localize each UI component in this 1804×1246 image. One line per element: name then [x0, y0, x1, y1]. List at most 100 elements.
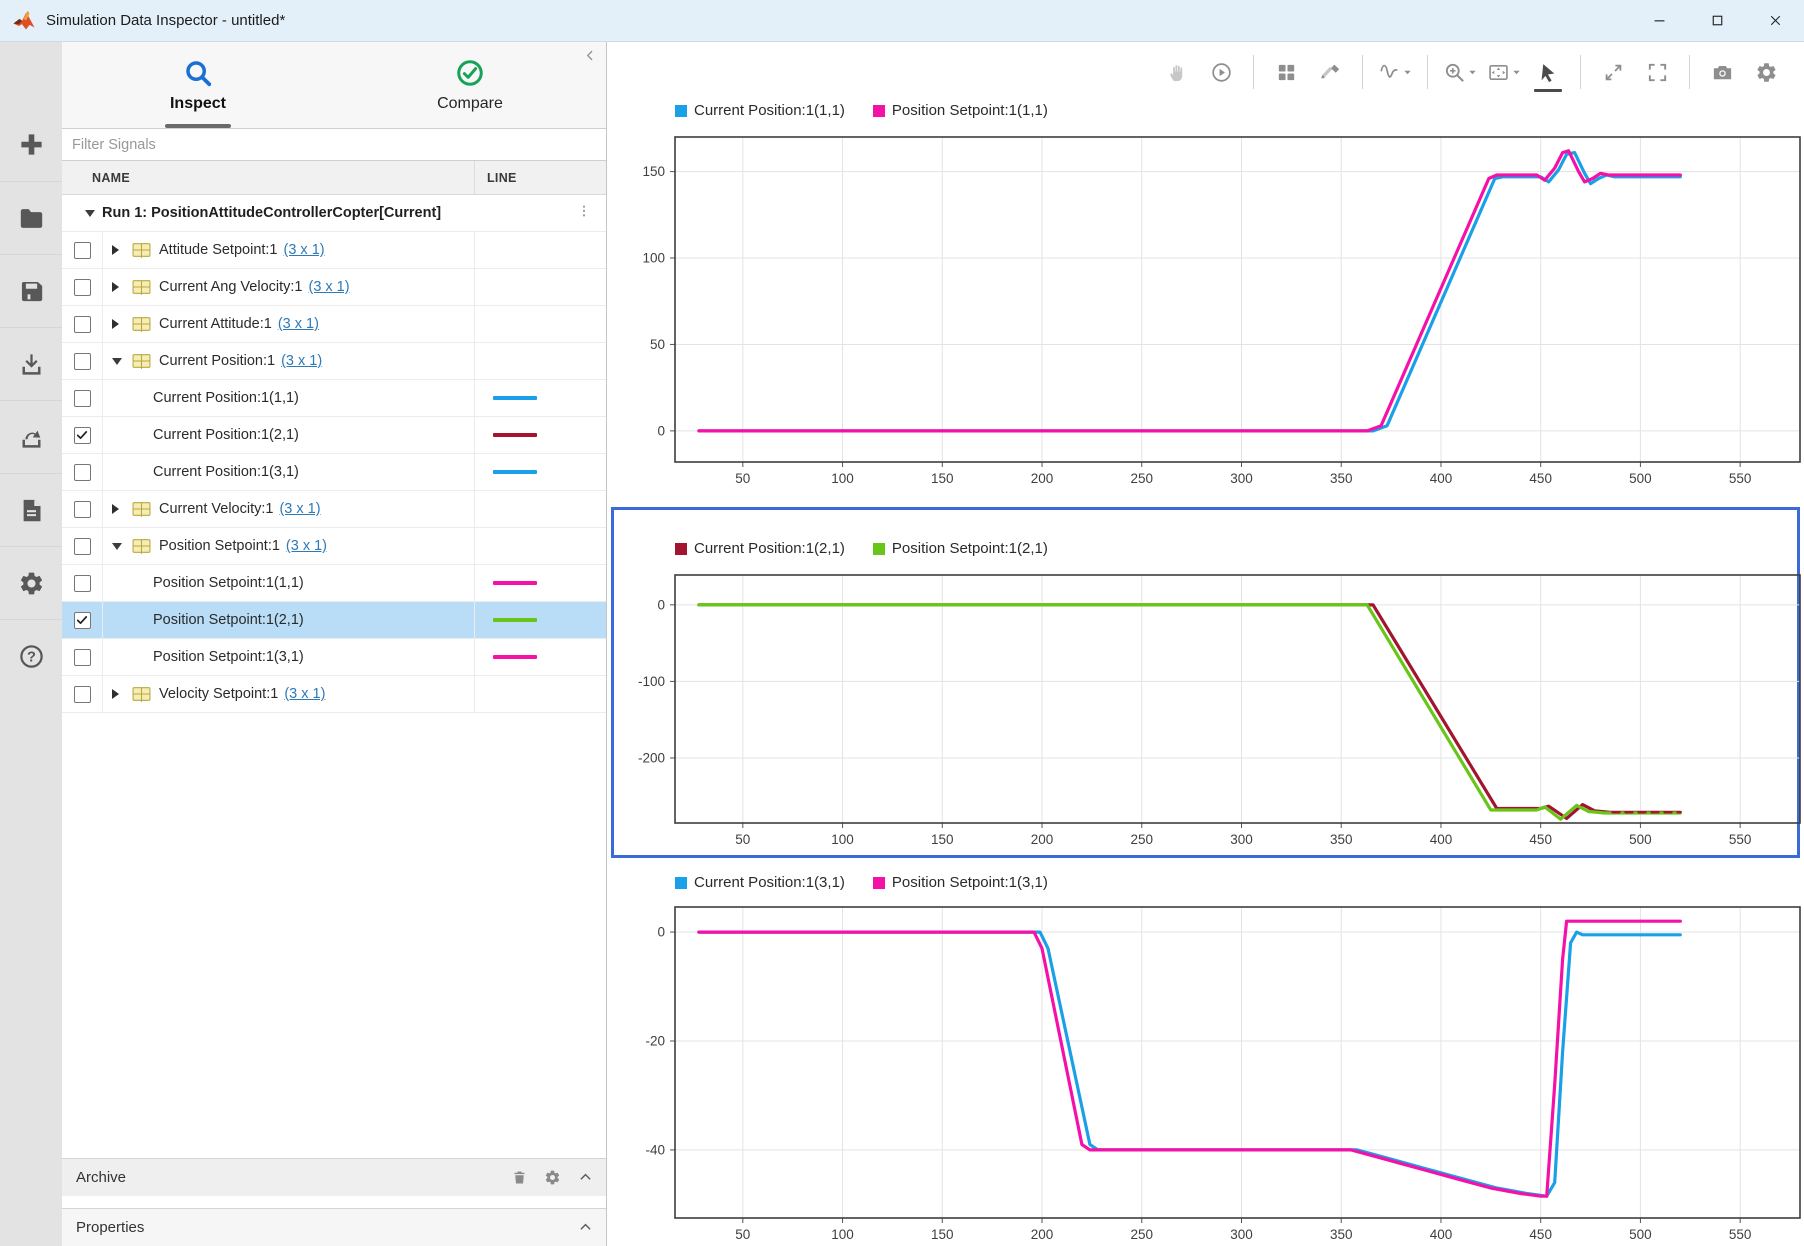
signal-checkbox[interactable]	[74, 427, 91, 444]
signal-dims-link[interactable]: (3 x 1)	[284, 686, 325, 702]
fit-to-view-button[interactable]	[1482, 50, 1526, 94]
signal-group-row[interactable]: Attitude Setpoint:1(3 x 1)	[62, 232, 606, 269]
signal-label: Current Position:1(2,1)	[153, 427, 299, 443]
replay-button[interactable]	[1199, 50, 1243, 94]
signal-group-row[interactable]: Current Position:1(3 x 1)	[62, 343, 606, 380]
collapse-caret-icon[interactable]	[112, 358, 122, 365]
chart-1-plot[interactable]: 5010015020025030035040045050055005010015…	[607, 127, 1804, 494]
signal-checkbox[interactable]	[74, 575, 91, 592]
expand-caret-icon[interactable]	[112, 689, 119, 699]
archive-settings-icon[interactable]	[544, 1169, 561, 1186]
legend-item[interactable]: Position Setpoint:1(1,1)	[873, 102, 1048, 119]
signal-dims-link[interactable]: (3 x 1)	[308, 279, 349, 295]
line-style-swatch[interactable]	[493, 433, 537, 437]
close-button[interactable]	[1746, 0, 1804, 41]
signal-checkbox[interactable]	[74, 612, 91, 629]
signal-display-options-button[interactable]	[1373, 50, 1417, 94]
signal-checkbox[interactable]	[74, 686, 91, 703]
signal-checkbox[interactable]	[74, 353, 91, 370]
legend-item[interactable]: Current Position:1(3,1)	[675, 874, 845, 891]
signal-group-row[interactable]: Velocity Setpoint:1(3 x 1)	[62, 676, 606, 713]
collapse-panel-icon[interactable]	[583, 48, 598, 68]
signal-checkbox[interactable]	[74, 464, 91, 481]
line-style-swatch[interactable]	[493, 581, 537, 585]
legend-item[interactable]: Position Setpoint:1(2,1)	[873, 540, 1048, 557]
pointer-button[interactable]	[1526, 50, 1570, 94]
properties-collapse-chevron-icon[interactable]	[577, 1219, 594, 1236]
signal-dims-link[interactable]: (3 x 1)	[281, 353, 322, 369]
settings-button[interactable]	[1744, 50, 1788, 94]
fullscreen-button[interactable]	[1635, 50, 1679, 94]
signal-row[interactable]: Position Setpoint:1(2,1)	[62, 602, 606, 639]
svg-text:100: 100	[831, 832, 854, 847]
signal-table-header: NAME LINE	[62, 161, 606, 195]
matlab-logo-icon	[12, 9, 36, 33]
run-row[interactable]: Run 1: PositionAttitudeControllerCopter[…	[62, 195, 606, 232]
signal-row[interactable]: Position Setpoint:1(3,1)	[62, 639, 606, 676]
signal-dims-link[interactable]: (3 x 1)	[278, 316, 319, 332]
preferences-button[interactable]	[0, 546, 62, 619]
legend-item[interactable]: Current Position:1(1,1)	[675, 102, 845, 119]
tab-compare[interactable]: Compare	[334, 42, 606, 128]
line-style-swatch[interactable]	[493, 618, 537, 622]
pan-button[interactable]	[1155, 50, 1199, 94]
signal-row[interactable]: Current Position:1(3,1)	[62, 454, 606, 491]
collapse-caret-icon[interactable]	[112, 543, 122, 550]
import-button[interactable]	[0, 327, 62, 400]
signal-group-row[interactable]: Current Velocity:1(3 x 1)	[62, 491, 606, 528]
expand-caret-icon[interactable]	[112, 282, 119, 292]
run-options-kebab-icon[interactable]	[576, 203, 592, 223]
dropdown-caret-icon[interactable]	[1468, 68, 1477, 77]
signal-checkbox[interactable]	[74, 242, 91, 259]
signal-group-row[interactable]: Current Attitude:1(3 x 1)	[62, 306, 606, 343]
subplot-layout-button[interactable]	[1264, 50, 1308, 94]
signal-checkbox[interactable]	[74, 316, 91, 333]
filter-signals-input[interactable]	[62, 128, 606, 161]
signal-checkbox[interactable]	[74, 390, 91, 407]
signal-group-row[interactable]: Position Setpoint:1(3 x 1)	[62, 528, 606, 565]
legend-item[interactable]: Position Setpoint:1(3,1)	[873, 874, 1048, 891]
archive-trash-icon[interactable]	[511, 1169, 528, 1186]
maximize-plot-button[interactable]	[1591, 50, 1635, 94]
signal-checkbox[interactable]	[74, 501, 91, 518]
archive-collapse-chevron-icon[interactable]	[577, 1169, 594, 1186]
tab-inspect[interactable]: Inspect	[62, 42, 334, 128]
expand-caret-icon[interactable]	[112, 504, 119, 514]
legend-item[interactable]: Current Position:1(2,1)	[675, 540, 845, 557]
expand-caret-icon[interactable]	[112, 245, 119, 255]
new-button[interactable]	[0, 108, 62, 181]
dropdown-caret-icon[interactable]	[1403, 68, 1412, 77]
signal-row[interactable]: Position Setpoint:1(1,1)	[62, 565, 606, 602]
line-style-swatch[interactable]	[493, 396, 537, 400]
matrix-signal-icon	[132, 686, 151, 702]
signal-row[interactable]: Current Position:1(1,1)	[62, 380, 606, 417]
signal-row[interactable]: Current Position:1(2,1)	[62, 417, 606, 454]
line-style-swatch[interactable]	[493, 655, 537, 659]
properties-bar[interactable]: Properties	[62, 1208, 606, 1246]
signal-dims-link[interactable]: (3 x 1)	[286, 538, 327, 554]
signal-checkbox[interactable]	[74, 279, 91, 296]
signal-dims-link[interactable]: (3 x 1)	[279, 501, 320, 517]
save-button[interactable]	[0, 254, 62, 327]
help-button[interactable]: ?	[0, 619, 62, 692]
run-collapse-caret-icon[interactable]	[85, 210, 95, 217]
line-style-swatch[interactable]	[493, 470, 537, 474]
dropdown-caret-icon[interactable]	[1512, 68, 1521, 77]
minimize-button[interactable]	[1630, 0, 1688, 41]
signal-checkbox[interactable]	[74, 538, 91, 555]
archive-bar[interactable]: Archive	[62, 1158, 606, 1196]
clear-subplots-button[interactable]	[1308, 50, 1352, 94]
maximize-button[interactable]	[1688, 0, 1746, 41]
signal-checkbox[interactable]	[74, 649, 91, 666]
signal-dims-link[interactable]: (3 x 1)	[284, 242, 325, 258]
zoom-button[interactable]	[1438, 50, 1482, 94]
signal-group-row[interactable]: Current Ang Velocity:1(3 x 1)	[62, 269, 606, 306]
chart-3-plot[interactable]: 501001502002503003504004505005500-20-40	[607, 897, 1804, 1246]
matrix-signal-icon	[132, 538, 151, 554]
snapshot-button[interactable]	[1700, 50, 1744, 94]
export-button[interactable]	[0, 400, 62, 473]
expand-caret-icon[interactable]	[112, 319, 119, 329]
chart-2-plot[interactable]: 501001502002503003504004505005500-100-20…	[607, 565, 1804, 855]
open-button[interactable]	[0, 181, 62, 254]
create-report-button[interactable]	[0, 473, 62, 546]
